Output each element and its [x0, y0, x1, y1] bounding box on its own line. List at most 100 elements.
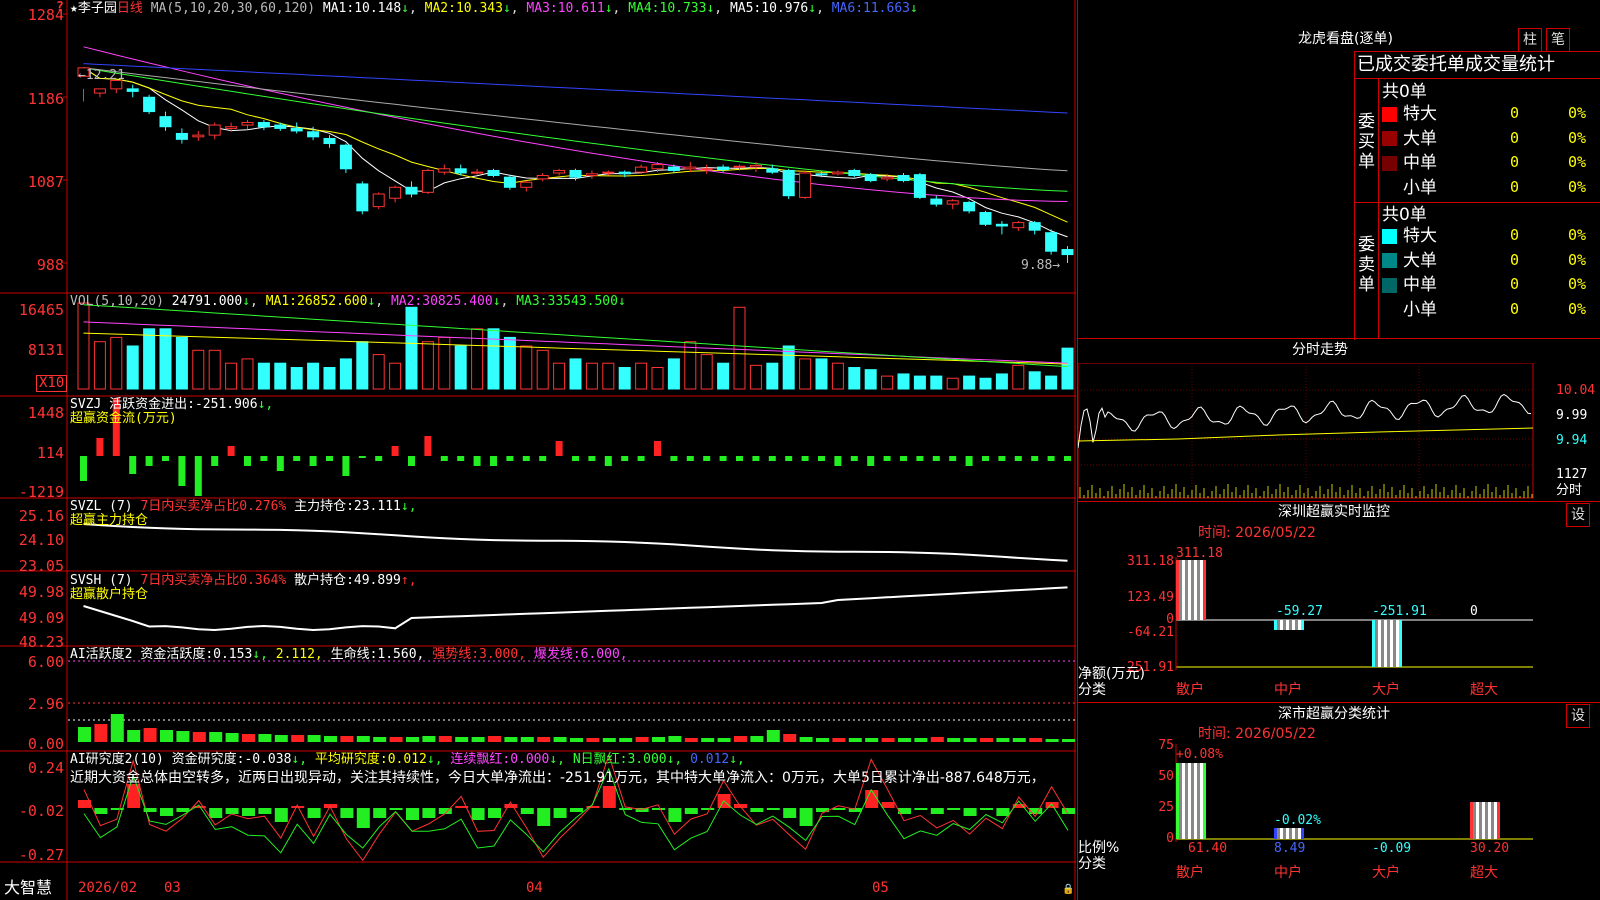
outflow-bar [1047, 456, 1055, 461]
bar-stripe [1194, 560, 1197, 620]
activity-bar [881, 738, 895, 742]
volume-bar [766, 362, 779, 390]
activity-bar [455, 737, 469, 742]
buy-row: 特大 [1382, 104, 1437, 124]
research-bar [914, 808, 928, 810]
outflow-bar [473, 456, 481, 466]
outflow-bar [1064, 456, 1071, 461]
monitor-value: 0 [1470, 604, 1478, 619]
star-icon[interactable]: ★ [70, 1, 78, 16]
tick-view-button[interactable]: 笔 [1546, 28, 1570, 52]
candle [635, 166, 648, 173]
outflow-bar [768, 456, 776, 461]
inflow-bar [391, 446, 399, 456]
candle [569, 169, 582, 178]
classify-top-value: +0.08% [1176, 747, 1223, 762]
candle [864, 174, 877, 182]
candle [175, 132, 188, 140]
outflow-bar [998, 456, 1006, 461]
bar-stripe [1283, 828, 1286, 839]
row-count: 0 [1510, 153, 1520, 171]
row-label: 大单 [1403, 250, 1437, 271]
volume-bar [487, 328, 500, 390]
color-swatch [1382, 228, 1397, 244]
candle [651, 164, 664, 170]
bar-stripe [1274, 620, 1277, 630]
outflow-bar [440, 456, 448, 461]
bar-stripe [1488, 802, 1491, 839]
bar-stripe [1298, 828, 1301, 839]
volume-bar [503, 336, 516, 390]
volume-bar [815, 358, 828, 390]
candle [93, 88, 106, 94]
bar-stripe [1381, 620, 1384, 667]
bar-stripe [1182, 763, 1185, 839]
ma-indicator-label: MA(5,10,20,30,60,120) [150, 1, 316, 16]
outflow-bar [965, 456, 973, 466]
activity-bar [734, 736, 747, 742]
candle [307, 131, 320, 138]
outflow-bar [818, 456, 825, 461]
outflow-bar [883, 456, 891, 461]
bar-stripe [1387, 620, 1390, 667]
bar-stripe [1494, 802, 1497, 839]
research-bar [488, 808, 501, 818]
date-label: 05 [872, 880, 889, 896]
ma6-line [83, 63, 1068, 114]
chart-area[interactable]: ★李子园日线 MA(5,10,20,30,60,120) MA1:10.148↓… [0, 0, 1076, 900]
row-count: 0 [1510, 104, 1520, 122]
retail-holding-line [83, 586, 1068, 632]
period-label[interactable]: 日线 [117, 1, 143, 16]
row-percent: 0% [1568, 153, 1587, 171]
outflow-bar [293, 456, 301, 461]
outflow-bar [326, 456, 333, 461]
candle [930, 198, 943, 205]
outflow-bar [358, 456, 366, 458]
monitor-value: -59.27 [1276, 604, 1323, 619]
buy-row: 小单 [1382, 178, 1437, 198]
activity-bar [274, 735, 288, 742]
candle [438, 168, 451, 173]
lock-icon[interactable]: 🔒 [1062, 882, 1074, 897]
volume-bar [1045, 375, 1058, 390]
volume-bar [1012, 364, 1025, 390]
bar-stripe [1292, 828, 1295, 839]
activity-bar [78, 727, 91, 742]
outflow-bar [129, 456, 137, 474]
app-logo[interactable]: 大智慧 [4, 880, 52, 896]
volume-bar [389, 362, 402, 390]
candle [274, 124, 287, 129]
bar-stripe [1277, 828, 1280, 839]
outflow-bar [178, 456, 186, 486]
activity-bar [619, 738, 633, 742]
research-bar [783, 808, 797, 818]
candle [143, 96, 156, 113]
bar-stripe [1191, 763, 1194, 839]
outflow-bar [719, 456, 727, 461]
bar-stripe [1298, 620, 1301, 630]
vol-header: VOL(5,10,20) 24791.000↓, MA1:26852.600↓,… [70, 294, 626, 309]
volume-bar [963, 375, 976, 390]
volume-bar [438, 336, 451, 390]
bar-stripe [1179, 560, 1182, 620]
bar-stripe [1292, 620, 1295, 630]
volume-bar [241, 358, 254, 390]
research-bar [668, 808, 682, 822]
row-percent: 0% [1568, 177, 1587, 196]
research-bar [701, 808, 715, 810]
bar-stripe [1203, 560, 1206, 620]
bar-stripe [1280, 620, 1283, 630]
intraday-chart[interactable] [1078, 363, 1600, 503]
row-percent: 0% [1568, 128, 1587, 147]
bar-view-button[interactable]: 柱 [1518, 28, 1542, 52]
row-count: 0 [1510, 250, 1520, 269]
research-bar [406, 808, 419, 820]
inflow-bar [555, 441, 563, 456]
bar-stripe [1280, 828, 1283, 839]
ma3-value: 10.611 [557, 1, 605, 16]
bar-stripe [1476, 802, 1479, 839]
retail-bar [1176, 560, 1206, 620]
bar-stripe [1176, 763, 1179, 839]
bar-stripe [1200, 560, 1203, 620]
inflow-bar [654, 441, 661, 456]
